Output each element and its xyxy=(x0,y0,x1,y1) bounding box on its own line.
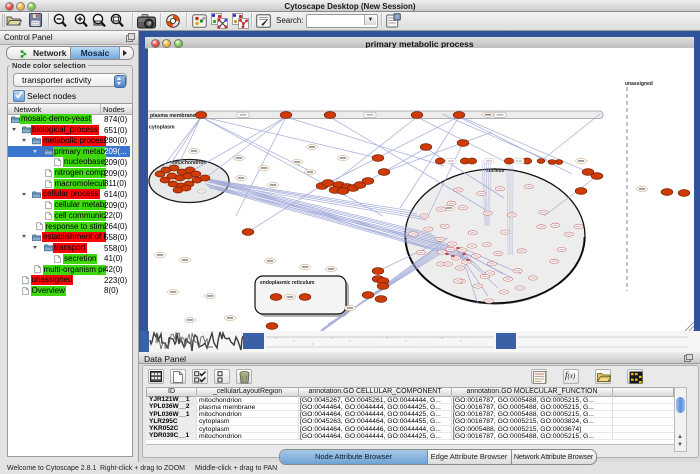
svg-text:endoplasmic reticulum: endoplasmic reticulum xyxy=(260,280,315,286)
svg-text:cytoplasm: cytoplasm xyxy=(149,125,175,131)
svg-text:unassigned: unassigned xyxy=(625,81,653,87)
svg-text:plasma membrane: plasma membrane xyxy=(150,113,196,119)
